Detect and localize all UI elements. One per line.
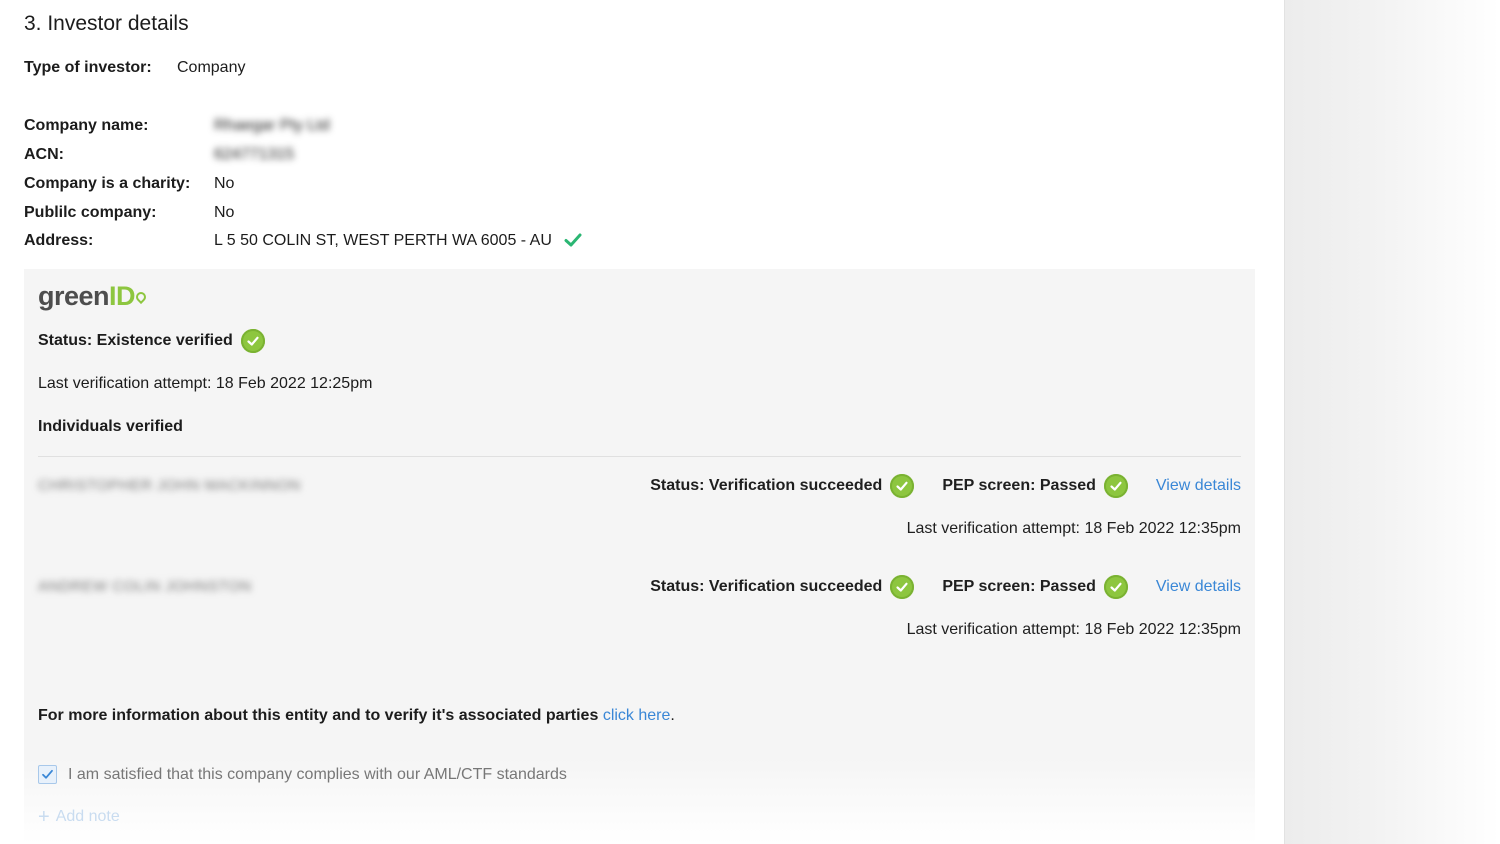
individual-name: ANDREW COLIN JOHNSTON	[38, 578, 252, 595]
acn-label: ACN:	[24, 146, 64, 163]
entity-status: Status: Existence verified	[38, 329, 265, 353]
check-circle-icon	[890, 474, 915, 498]
pep-screen-text: PEP screen: Passed	[942, 578, 1096, 595]
greenid-logo: green ID	[38, 281, 149, 312]
click-here-link[interactable]: click here	[603, 707, 671, 725]
investor-type-row: Type of investor: Company	[24, 59, 245, 77]
greenid-verification-box: green ID Status: Existence verified Last …	[24, 269, 1255, 844]
address-value: L 5 50 COLIN ST, WEST PERTH WA 6005 - AU	[214, 232, 552, 249]
individuals-heading: Individuals verified	[38, 418, 183, 435]
individual-status-text: Status: Verification succeeded	[650, 477, 883, 494]
public-company-value: No	[214, 204, 235, 221]
address-verified-check-icon	[564, 232, 582, 251]
public-company-row: Publilc company: No	[24, 204, 234, 222]
company-name-value: Rhaegar Pty Ltd	[214, 117, 330, 134]
investor-details-panel: 3. Investor details Type of investor: Co…	[0, 0, 1284, 844]
more-info-line: For more information about this entity a…	[38, 707, 675, 725]
more-info-text: For more information about this entity a…	[38, 707, 599, 724]
address-row: Address: L 5 50 COLIN ST, WEST PERTH WA …	[24, 232, 582, 250]
acn-value: 624771315	[214, 146, 295, 163]
compliance-checkbox-row[interactable]: I am satisfied that this company complie…	[38, 765, 567, 784]
individual-status-text: Status: Verification succeeded	[650, 578, 883, 595]
address-value-wrap: L 5 50 COLIN ST, WEST PERTH WA 6005 - AU	[214, 232, 582, 251]
check-circle-icon	[240, 329, 265, 353]
investor-type-value: Company	[177, 59, 246, 76]
individual-status-row: Status: Verification succeeded PEP scree…	[650, 575, 1241, 599]
check-circle-icon	[890, 575, 915, 599]
section-title: 3. Investor details	[24, 12, 189, 35]
individual-name: CHRISTOPHER JOHN MACKINNON	[38, 477, 301, 494]
investor-type-label: Type of investor:	[24, 59, 152, 76]
compliance-checkbox-label: I am satisfied that this company complie…	[68, 765, 567, 783]
add-note-button[interactable]: + Add note	[38, 807, 120, 827]
plus-icon: +	[38, 806, 50, 828]
entity-status-text: Status: Existence verified	[38, 332, 233, 349]
entity-last-attempt: Last verification attempt: 18 Feb 2022 1…	[38, 375, 373, 392]
charity-value: No	[214, 175, 235, 192]
individual-last-attempt: Last verification attempt: 18 Feb 2022 1…	[906, 520, 1241, 537]
public-company-label: Publilc company:	[24, 204, 157, 221]
individual-last-attempt: Last verification attempt: 18 Feb 2022 1…	[906, 621, 1241, 638]
add-note-label: Add note	[55, 808, 120, 825]
more-info-end: .	[670, 707, 675, 724]
charity-row: Company is a charity: No	[24, 175, 234, 193]
acn-row: ACN: 624771315	[24, 146, 294, 164]
pep-screen-text: PEP screen: Passed	[942, 477, 1096, 494]
view-details-link[interactable]: View details	[1156, 578, 1241, 596]
address-label: Address:	[24, 232, 94, 249]
view-details-link[interactable]: View details	[1156, 477, 1241, 495]
company-name-label: Company name:	[24, 117, 149, 134]
check-circle-icon	[1103, 575, 1128, 599]
individual-status-row: Status: Verification succeeded PEP scree…	[650, 474, 1241, 498]
logo-tag-icon	[133, 289, 149, 304]
company-name-row: Company name: Rhaegar Pty Ltd	[24, 117, 330, 135]
divider	[38, 456, 1241, 457]
check-circle-icon	[1103, 474, 1128, 498]
charity-label: Company is a charity:	[24, 175, 191, 192]
side-panel-shadow	[1284, 0, 1500, 844]
compliance-checkbox[interactable]	[38, 765, 57, 784]
